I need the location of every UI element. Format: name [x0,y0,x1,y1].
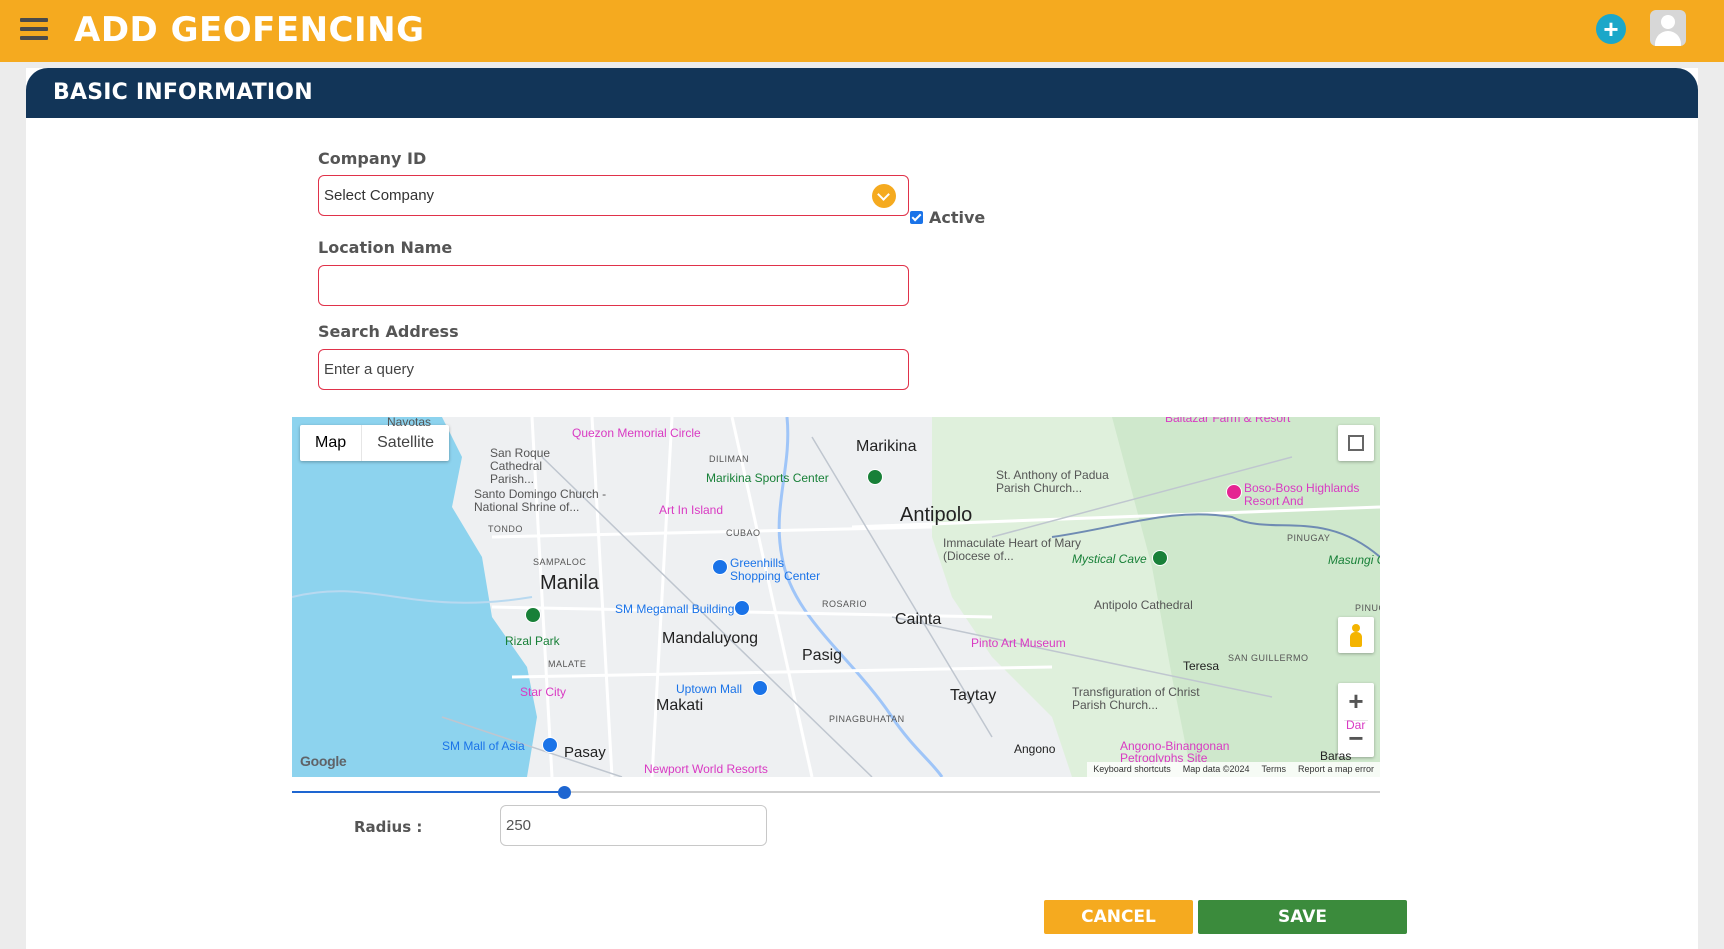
map-attribution: Keyboard shortcuts Map data ©2024 Terms … [1087,762,1380,777]
radius-label: Radius : [354,818,423,836]
location-name-field[interactable] [318,265,909,306]
card-header: BASIC INFORMATION [26,68,1698,118]
pegman-icon[interactable] [1338,617,1374,653]
map-label-navotas: Navotas [387,417,432,429]
map-pin-greenhills-icon[interactable] [712,559,728,575]
company-select-value: Select Company [324,187,435,204]
map-label-antipolo-cathedral: Antipolo Cathedral [1094,598,1193,612]
map-label-pinto: Pinto Art Museum [971,636,1066,650]
user-avatar[interactable] [1650,10,1686,46]
map-type-satellite-button[interactable]: Satellite [362,425,449,461]
map-label-pasay: Pasay [564,744,606,761]
radius-input[interactable] [506,806,766,845]
search-address-input[interactable] [324,350,908,389]
hamburger-menu-icon[interactable] [20,18,48,42]
map-label-manila: Manila [540,572,599,594]
map-pin-mall-of-asia-icon[interactable] [542,737,558,753]
map-pin-mystical-cave-icon[interactable] [1152,550,1168,566]
active-checkbox[interactable] [910,211,923,224]
map-label-diliman: DILIMAN [709,454,750,464]
map-pin-rizal-park-icon[interactable] [525,607,541,623]
map-label-angono: Angono [1014,742,1056,756]
map-label-rizal-park: Rizal Park [505,634,560,648]
map-data-text: Map data ©2024 [1182,764,1250,774]
map-label-antipolo: Antipolo [900,504,973,526]
map-label-makati: Makati [656,697,704,714]
zoom-in-button[interactable]: + [1338,683,1374,720]
map-label-baras: Baras [1320,749,1352,763]
map-label-quezon-circle: Quezon Memorial Circle [572,426,701,440]
map-label-taytay: Taytay [950,687,997,704]
map-type-map-button[interactable]: Map [300,425,363,461]
location-name-input[interactable] [324,266,908,305]
map-type-control: Map Satellite [300,425,450,461]
active-toggle[interactable]: Active [910,208,985,227]
map-label-santo-domingo: Santo Domingo Church - National Shrine o… [474,487,607,514]
map-label-transfiguration: Transfiguration of Christ Parish Church.… [1072,685,1200,712]
fullscreen-icon[interactable] [1338,425,1374,461]
map-label-masungi: Masungi Geore [1328,553,1380,567]
keyboard-shortcuts-link[interactable]: Keyboard shortcuts [1093,764,1171,775]
map-label-mystical-cave: Mystical Cave [1072,552,1147,566]
map-label-marikina-sports: Marikina Sports Center [706,471,829,485]
add-icon[interactable]: + [1596,14,1626,44]
map-label-sm-megamall: SM Megamall Building A [615,602,746,616]
terms-link[interactable]: Terms [1261,764,1286,775]
map-label-star-city: Star City [520,685,567,699]
active-label: Active [929,208,986,227]
radius-field[interactable] [500,805,767,846]
page-title: ADD GEOFENCING [74,10,425,50]
map-label-pasig: Pasig [802,647,843,664]
map-label-marikina: Marikina [856,438,917,455]
map-label-greenhills: Greenhills Shopping Center [730,556,821,583]
map-label-cubao: CUBAO [726,528,761,538]
map-label-pinagbuhatan: PINAGBUHATAN [829,714,905,724]
map-label-san-guillermo: SAN GUILLERMO [1228,653,1309,663]
section-title: BASIC INFORMATION [53,80,313,105]
top-bar: ADD GEOFENCING + [0,0,1724,62]
map-label-teresa: Teresa [1183,659,1220,673]
google-logo: Google [300,753,347,769]
map-label-immaculate: Immaculate Heart of Mary (Diocese of... [943,536,1082,563]
map-label-art-island: Art In Island [659,503,724,517]
map-label-mandaluyong: Mandaluyong [662,630,759,647]
map-pin-sports-icon[interactable] [867,469,883,485]
map-label-malate: MALATE [548,659,587,669]
map-label-tondo: TONDO [488,524,523,534]
search-address-label: Search Address [318,322,459,341]
map-pin-megamall-icon[interactable] [734,600,750,616]
map-pin-boso-boso-icon[interactable] [1226,484,1242,500]
slider-fill [292,791,564,793]
map-label-angono-petroglyphs: Angono-Binangonan Petroglyphs Site [1120,739,1230,765]
cancel-button[interactable]: CANCEL [1044,900,1193,934]
chevron-down-icon[interactable] [872,184,896,208]
company-id-label: Company ID [318,149,427,168]
map-label-boso-boso: Boso-Boso Highlands Resort And [1244,481,1360,508]
map-label-cainta: Cainta [895,611,942,628]
radius-slider[interactable] [292,782,1380,802]
map-label-newport: Newport World Resorts [644,762,768,776]
location-name-label: Location Name [318,238,453,257]
map-pin-uptown-icon[interactable] [752,680,768,696]
map-label-rosario: ROSARIO [822,599,868,609]
search-address-field[interactable] [318,349,909,390]
map-label-st-anthony: St. Anthony of Padua Parish Church... [996,468,1109,495]
map-label-uptown: Uptown Mall [676,682,743,696]
map-label-sm-asia: SM Mall of Asia [442,739,525,753]
map-label-sampaloc: SAMPALOC [533,557,587,567]
map-label-pinugay-2: PINUGAY [1355,603,1380,613]
map-view[interactable]: Map Satellite + − Navotas Baltazar Farm … [292,417,1380,777]
save-button[interactable]: SAVE [1198,900,1407,934]
slider-thumb[interactable] [558,786,571,799]
company-select[interactable]: Select Company [318,175,909,216]
map-label-san-roque: San Roque Cathedral Parish... [490,446,551,486]
map-label-pinugay: PINUGAY [1287,533,1331,543]
map-label-baltazar: Baltazar Farm & Resort [1165,417,1291,425]
report-error-link[interactable]: Report a map error [1298,764,1374,775]
map-label-dar: Dar [1346,718,1366,732]
